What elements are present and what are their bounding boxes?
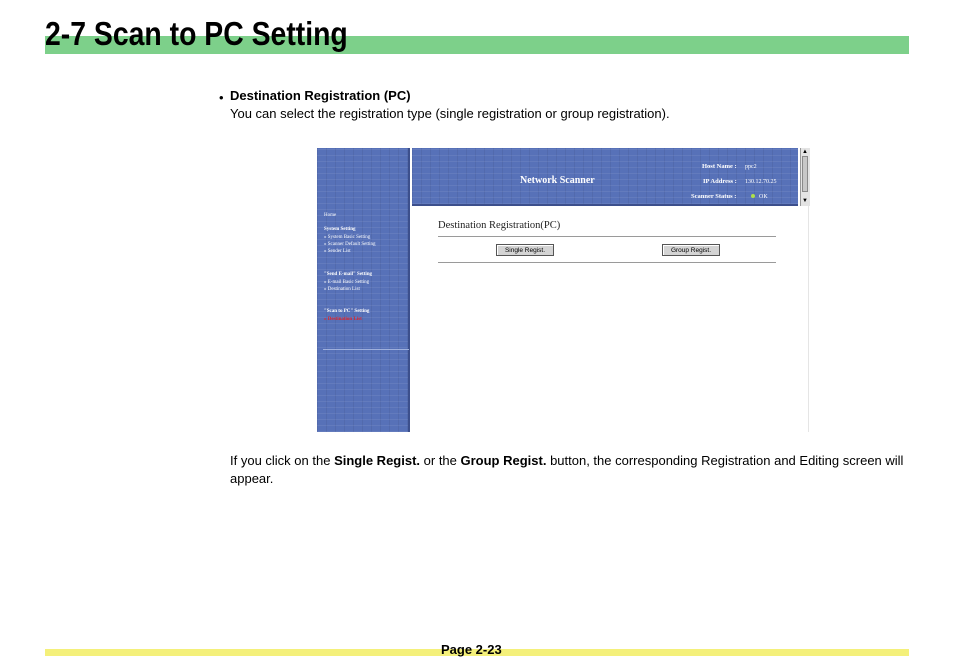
ip-address-value: 130.12.70.25	[745, 179, 777, 185]
para-text-1: If you click on the	[230, 453, 335, 468]
sidebar-item-sender-list[interactable]: » Sender List	[324, 248, 351, 255]
host-name-label: Host Name :	[702, 163, 737, 170]
scroll-down-arrow-icon[interactable]: ▼	[802, 197, 808, 205]
sidebar-item-label: Sender List	[327, 249, 351, 254]
page-title: 2-7 Scan to PC Setting	[45, 15, 348, 52]
group-regist-button[interactable]: Group Regist.	[662, 244, 720, 256]
body-paragraph: If you click on the Single Regist. or th…	[230, 452, 920, 488]
para-text-2: or the	[420, 453, 461, 468]
content-divider-top	[438, 236, 776, 237]
sidebar-item-label: Destination List	[327, 317, 362, 322]
sidebar-home-link[interactable]: Home	[324, 212, 336, 219]
status-indicator-icon	[751, 194, 755, 198]
scroll-up-arrow-icon[interactable]: ▲	[802, 148, 808, 156]
section-heading: Destination Registration (PC)	[230, 88, 411, 103]
sidebar-item-label: Destination List	[327, 287, 360, 292]
network-scanner-title: Network Scanner	[520, 175, 595, 186]
ip-address-label: IP Address :	[703, 178, 737, 185]
scrollbar-thumb[interactable]	[802, 156, 808, 192]
sidebar-item-label: Scanner Default Setting	[327, 242, 376, 247]
sidebar-group-scan-to-pc: "Scan to PC" Setting	[324, 309, 370, 314]
sidebar-divider	[323, 349, 409, 350]
single-regist-button[interactable]: Single Regist.	[496, 244, 554, 256]
para-bold-single-regist: Single Regist.	[334, 453, 421, 468]
sidebar-item-label: E-mail Basic Setting	[327, 280, 370, 285]
section-description: You can select the registration type (si…	[230, 106, 670, 121]
sidebar-item-email-basic[interactable]: » E-mail Basic Setting	[324, 279, 369, 286]
sidebar-item-system-basic[interactable]: » System Basic Setting	[324, 234, 370, 241]
sidebar-item-destination-list-email[interactable]: » Destination List	[324, 286, 360, 293]
scanner-status-value: OK	[759, 194, 768, 200]
page-number: Page 2-23	[441, 642, 502, 657]
content-divider-bottom	[438, 262, 776, 263]
para-bold-group-regist: Group Regist.	[460, 453, 547, 468]
content-title: Destination Registration(PC)	[438, 220, 561, 231]
screenshot-figure: Home System Setting » System Basic Setti…	[317, 148, 810, 432]
content-right-border	[808, 206, 809, 432]
host-name-value: ppc2	[745, 164, 757, 170]
sidebar-group-system-setting: System Setting	[324, 227, 356, 232]
sidebar-item-scanner-default[interactable]: » Scanner Default Setting	[324, 241, 376, 248]
sidebar-item-destination-list-pc-active[interactable]: » Destination List	[324, 316, 362, 323]
bullet-marker: •	[219, 90, 224, 105]
screenshot-header	[412, 148, 798, 206]
sidebar-item-label: System Basic Setting	[327, 235, 371, 240]
scanner-status-label: Scanner Status :	[691, 193, 737, 200]
sidebar-group-send-email: "Send E-mail" Setting	[324, 272, 373, 277]
